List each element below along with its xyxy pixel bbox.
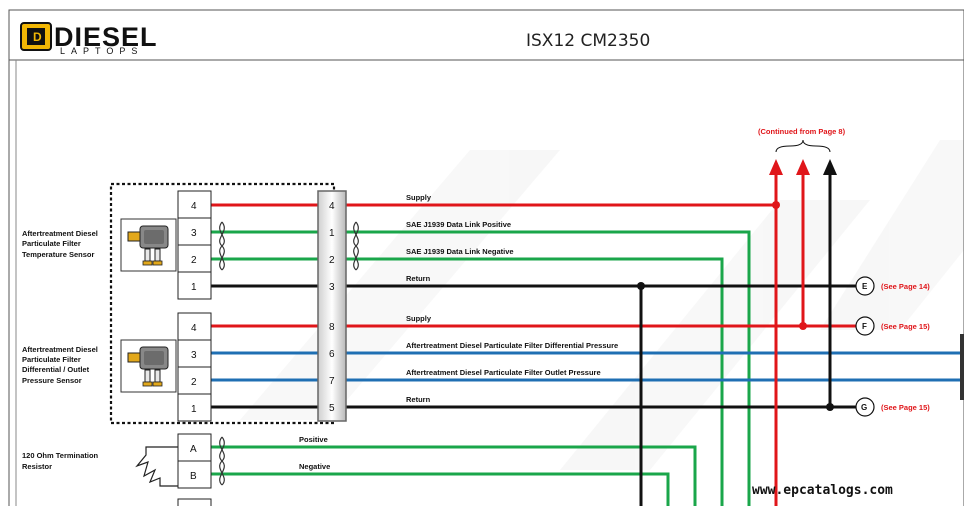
wire-label: Supply [406,193,432,202]
temp-sensor-connector: 4 3 2 1 [177,190,212,300]
splice-pin-label: 5 [329,403,335,414]
splice-pin-label: 3 [329,282,335,293]
wire-label: Aftertreatment Diesel Particulate Filter… [406,368,601,377]
node-page-ref: (See Page 15) [881,403,930,412]
logo: D DIESEL LAPTOPS [20,22,157,56]
logo-subtext: LAPTOPS [60,46,143,56]
right-connector-edge [960,334,964,400]
node-letter: G [861,403,867,412]
node-letter: E [862,282,868,291]
wire-label: Negative [299,462,330,471]
pin-label: B [190,471,197,482]
node-letter: F [862,322,867,331]
pin-label: 4 [191,201,197,212]
pin-label: 4 [191,323,197,334]
splice-pin-label: 6 [329,349,335,360]
harness-splice-bar: 4 1 2 3 8 6 7 5 [317,190,347,422]
splice-pin-label: 7 [329,376,335,387]
wire-label: SAE J1939 Data Link Positive [406,220,511,229]
node-page-ref: (See Page 15) [881,322,930,331]
pin-label: 1 [191,404,197,415]
pin-label: 1 [191,282,197,293]
press-sensor-icon [120,339,177,393]
splice-pin-label: 1 [329,228,335,239]
svg-text:D: D [33,30,42,44]
wire-label: Positive [299,435,328,444]
node-page-ref: (See Page 14) [881,282,930,291]
wiring-diagram: D DIESEL LAPTOPS ISX12 CM2350 Aftertreat… [8,9,964,506]
wire-label: Supply [406,314,432,323]
splice-pin-label: 8 [329,322,335,333]
pin-label: 2 [191,255,197,266]
wire-label: Aftertreatment Diesel Particulate Filter… [406,341,618,350]
page-title: ISX12 CM2350 [526,31,650,51]
pin-label: 3 [191,228,197,239]
wire-label: SAE J1939 Data Link Negative [406,247,514,256]
pin-label: A [190,444,197,455]
watermark-url: www.epcatalogs.com [752,483,893,498]
continued-note: (Continued from Page 8) [758,127,846,136]
splice-pin-label: 2 [329,255,335,266]
splice-pin-label: 4 [329,201,335,212]
pin-label: 3 [191,350,197,361]
temp-sensor-icon [120,218,177,272]
press-sensor-connector: 4 3 2 1 [177,312,212,422]
wire-label: Return [406,274,431,283]
wire-label: Return [406,395,431,404]
pin-label: 2 [191,377,197,388]
